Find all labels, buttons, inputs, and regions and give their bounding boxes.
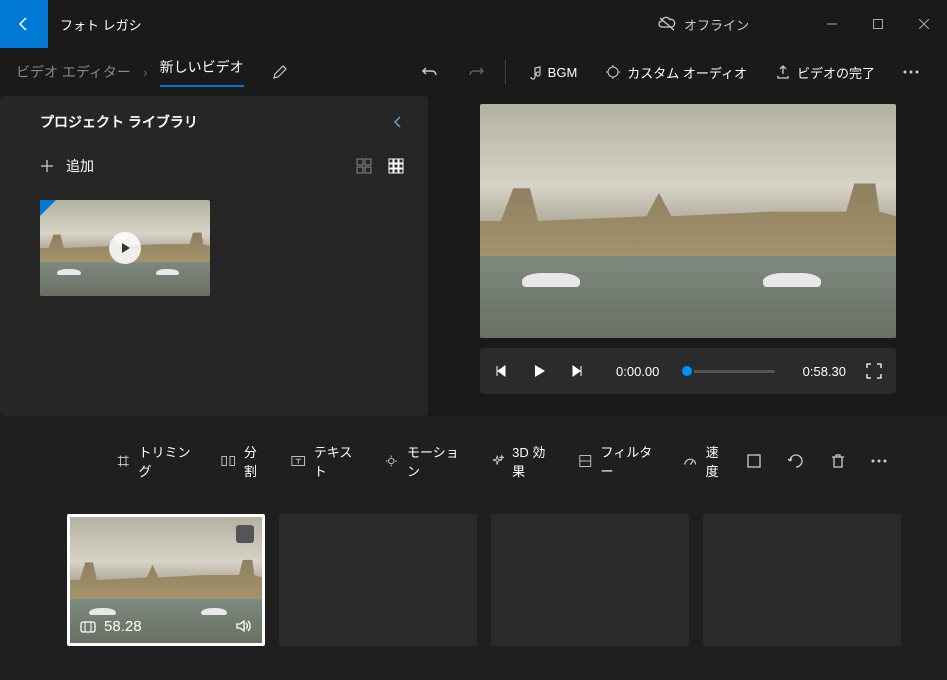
prev-frame-button[interactable]: [494, 364, 508, 378]
app-title: フォト レガシ: [60, 15, 142, 34]
filter-icon: [578, 453, 593, 469]
trim-button[interactable]: トリミング: [108, 436, 205, 486]
duration-time: 0:58.30: [803, 364, 846, 379]
separator: [505, 60, 506, 84]
ellipsis-icon: [871, 459, 887, 463]
rotate-button[interactable]: [787, 452, 805, 470]
next-frame-button[interactable]: [570, 364, 584, 378]
grid-small-icon: [388, 158, 404, 174]
timeline-clips: 58.28: [0, 486, 947, 646]
3d-effects-button[interactable]: 3D 効果: [482, 436, 562, 486]
grid-large-icon: [356, 158, 372, 174]
scrubber[interactable]: [687, 370, 774, 373]
breadcrumb-project[interactable]: 新しいビデオ: [160, 57, 244, 87]
maximize-button[interactable]: [855, 8, 901, 40]
more-button[interactable]: [891, 62, 931, 82]
clip-checkbox[interactable]: [236, 525, 254, 543]
pencil-icon: [272, 64, 288, 80]
timeline-empty-slot[interactable]: [703, 514, 901, 646]
timeline-area: トリミング 分割 テキスト モーション 3D 効果 フィルター 速度: [0, 416, 947, 680]
timeline-empty-slot[interactable]: [279, 514, 477, 646]
split-icon: [221, 453, 235, 469]
bgm-button[interactable]: BGM: [514, 56, 590, 88]
redo-button[interactable]: [455, 55, 497, 89]
finish-video-button[interactable]: ビデオの完了: [763, 55, 887, 90]
step-forward-icon: [570, 364, 584, 378]
minimize-button[interactable]: [809, 8, 855, 40]
timeline-clip[interactable]: 58.28: [67, 514, 265, 646]
undo-icon: [421, 63, 439, 81]
cloud-off-icon: [658, 15, 676, 33]
undo-button[interactable]: [409, 55, 451, 89]
motion-button[interactable]: モーション: [376, 436, 473, 486]
chevron-left-icon: [392, 116, 404, 128]
play-icon: [532, 364, 546, 378]
video-preview[interactable]: [480, 104, 896, 338]
breadcrumb-editor[interactable]: ビデオ エディター: [16, 62, 131, 82]
player-controls: 0:00.00 0:58.30: [480, 348, 896, 394]
titlebar: フォト レガシ オフライン: [0, 0, 947, 48]
step-back-icon: [494, 364, 508, 378]
back-button[interactable]: [0, 0, 48, 48]
selected-corner-icon: [40, 200, 56, 216]
arrow-left-icon: [16, 16, 32, 32]
redo-icon: [467, 63, 485, 81]
split-button[interactable]: 分割: [213, 436, 275, 486]
offline-label: オフライン: [684, 15, 749, 34]
scrubber-thumb[interactable]: [680, 364, 694, 378]
volume-icon: [234, 617, 252, 635]
view-small-button[interactable]: [388, 158, 404, 174]
current-time: 0:00.00: [616, 364, 659, 379]
timeline-more-button[interactable]: [871, 459, 887, 463]
chevron-right-icon: ›: [143, 64, 148, 80]
plus-icon: [40, 159, 54, 173]
breadcrumb: ビデオ エディター › 新しいビデオ: [16, 57, 288, 87]
clip-volume-button[interactable]: [234, 617, 252, 635]
add-media-button[interactable]: 追加: [40, 156, 94, 176]
toolbar: ビデオ エディター › 新しいビデオ BGM カスタム オーディオ ビデオの完了: [0, 48, 947, 96]
custom-audio-button[interactable]: カスタム オーディオ: [593, 55, 759, 90]
text-button[interactable]: テキスト: [283, 436, 368, 486]
fullscreen-button[interactable]: [866, 363, 882, 379]
trim-icon: [116, 453, 131, 469]
delete-button[interactable]: [829, 452, 847, 470]
play-overlay-icon: [109, 232, 141, 264]
library-title: プロジェクト ライブラリ: [40, 112, 198, 132]
crop-icon: [745, 452, 763, 470]
offline-status: オフライン: [658, 15, 749, 34]
music-icon: [526, 64, 542, 80]
timeline-empty-slot[interactable]: [491, 514, 689, 646]
clip-duration[interactable]: 58.28: [80, 618, 142, 635]
sparkle-icon: [490, 453, 504, 469]
fullscreen-icon: [866, 363, 882, 379]
ellipsis-icon: [903, 70, 919, 74]
audio-settings-icon: [605, 64, 621, 80]
clip-progress-bar: [70, 643, 262, 646]
view-large-button[interactable]: [356, 158, 372, 174]
rotate-icon: [787, 452, 805, 470]
filter-button[interactable]: フィルター: [570, 436, 667, 486]
speed-icon: [683, 453, 697, 469]
timeline-toolbar: トリミング 分割 テキスト モーション 3D 効果 フィルター 速度: [0, 436, 947, 486]
text-icon: [291, 453, 305, 469]
close-button[interactable]: [901, 8, 947, 40]
main-area: プロジェクト ライブラリ 追加: [0, 96, 947, 416]
speed-button[interactable]: 速度: [675, 436, 737, 486]
motion-icon: [384, 453, 399, 469]
play-button[interactable]: [532, 364, 546, 378]
crop-button[interactable]: [745, 452, 763, 470]
trash-icon: [829, 452, 847, 470]
collapse-library-button[interactable]: [392, 116, 404, 128]
duration-icon: [80, 619, 96, 635]
export-icon: [775, 64, 791, 80]
library-clip[interactable]: [40, 200, 210, 296]
edit-title-button[interactable]: [272, 64, 288, 80]
preview-panel: 0:00.00 0:58.30: [428, 96, 947, 416]
project-library: プロジェクト ライブラリ 追加: [0, 96, 428, 416]
